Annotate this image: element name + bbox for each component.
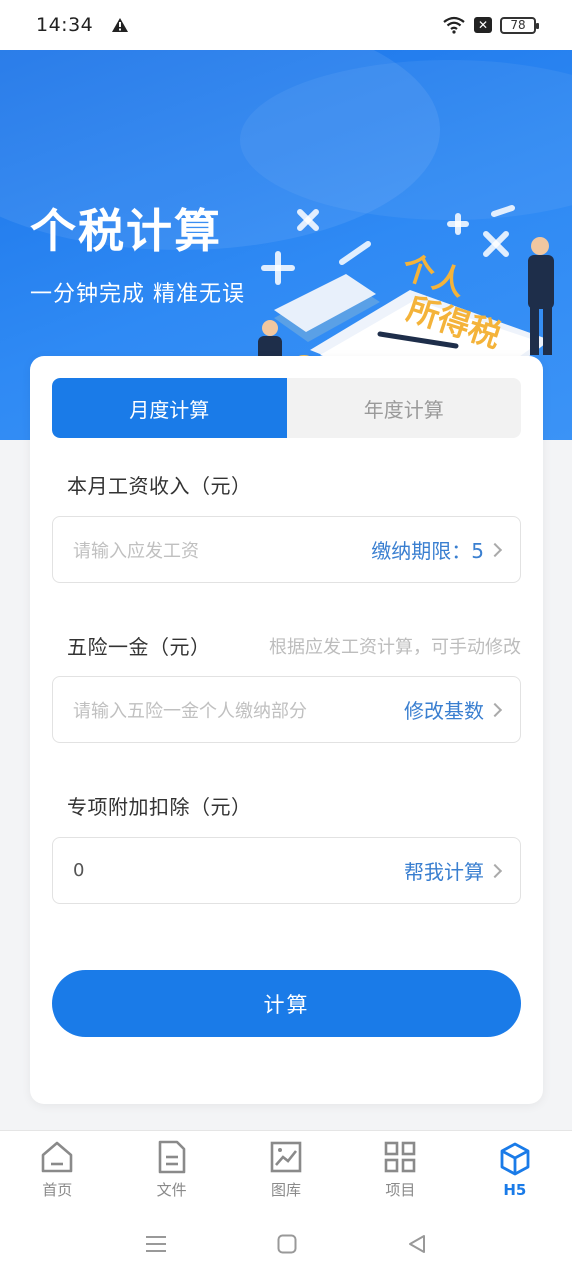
nav-label-file: 文件 — [156, 1181, 187, 1199]
bottom-nav: 首页 文件 图库 项目 H5 — [0, 1130, 572, 1208]
grid-icon — [385, 1141, 416, 1173]
back-icon[interactable] — [407, 1234, 427, 1254]
help-calculate-label: 帮我计算 — [404, 860, 484, 884]
calc-mode-tabs: 月度计算 年度计算 — [52, 378, 521, 438]
warning-icon — [112, 18, 129, 32]
gallery-icon — [270, 1141, 302, 1173]
status-bar: 14:34 ✕ 78 — [0, 0, 572, 50]
hero-title: 个税计算 — [30, 204, 222, 258]
salary-input[interactable]: 请输入应发工资 — [73, 537, 371, 563]
home-square-icon[interactable] — [277, 1234, 297, 1254]
nav-label-h5: H5 — [503, 1180, 527, 1199]
chevron-right-icon — [487, 542, 503, 557]
nav-label-home: 首页 — [42, 1181, 73, 1199]
insurance-input[interactable]: 请输入五险一金个人缴纳部分 — [73, 697, 404, 723]
deduction-input[interactable]: 0 — [73, 860, 404, 881]
nav-item-gallery[interactable]: 图库 — [229, 1131, 343, 1208]
no-sim-icon: ✕ — [474, 17, 492, 33]
tab-yearly[interactable]: 年度计算 — [287, 378, 522, 438]
help-calculate-button[interactable]: 帮我计算 — [404, 856, 503, 885]
file-icon — [158, 1140, 185, 1174]
insurance-hint: 根据应发工资计算，可手动修改 — [269, 637, 521, 658]
battery-level: 78 — [510, 18, 526, 32]
status-time: 14:34 — [36, 14, 94, 36]
insurance-label: 五险一金（元） — [67, 635, 211, 659]
nav-label-project: 项目 — [385, 1181, 416, 1199]
nav-item-file[interactable]: 文件 — [114, 1131, 228, 1208]
insurance-field[interactable]: 请输入五险一金个人缴纳部分 修改基数 — [52, 676, 521, 743]
nav-label-gallery: 图库 — [271, 1181, 302, 1199]
nav-item-project[interactable]: 项目 — [343, 1131, 457, 1208]
nav-item-h5[interactable]: H5 — [458, 1131, 572, 1208]
deduction-label: 专项附加扣除（元） — [67, 795, 252, 819]
home-icon — [41, 1141, 73, 1173]
hero-subtitle: 一分钟完成 精准无误 — [30, 282, 245, 307]
menu-icon[interactable] — [145, 1234, 167, 1254]
cube-icon — [500, 1142, 530, 1175]
system-nav-bar — [0, 1208, 572, 1280]
wifi-icon — [443, 16, 465, 34]
calculate-button[interactable]: 计算 — [52, 970, 521, 1037]
tab-monthly[interactable]: 月度计算 — [52, 378, 287, 438]
chevron-right-icon — [487, 702, 503, 717]
battery-icon: 78 — [500, 16, 539, 34]
modify-base-label: 修改基数 — [404, 699, 484, 723]
salary-field[interactable]: 请输入应发工资 缴纳期限：5 — [52, 516, 521, 583]
chevron-right-icon — [487, 863, 503, 878]
nav-item-home[interactable]: 首页 — [0, 1131, 114, 1208]
salary-label: 本月工资收入（元） — [67, 474, 252, 498]
payment-period-label: 缴纳期限：5 — [371, 539, 484, 563]
deduction-field[interactable]: 0 帮我计算 — [52, 837, 521, 904]
calculator-card: 月度计算 年度计算 本月工资收入（元） 请输入应发工资 缴纳期限：5 五险一金（… — [30, 356, 543, 1104]
payment-period-selector[interactable]: 缴纳期限：5 — [371, 535, 503, 564]
modify-base-button[interactable]: 修改基数 — [404, 695, 503, 724]
